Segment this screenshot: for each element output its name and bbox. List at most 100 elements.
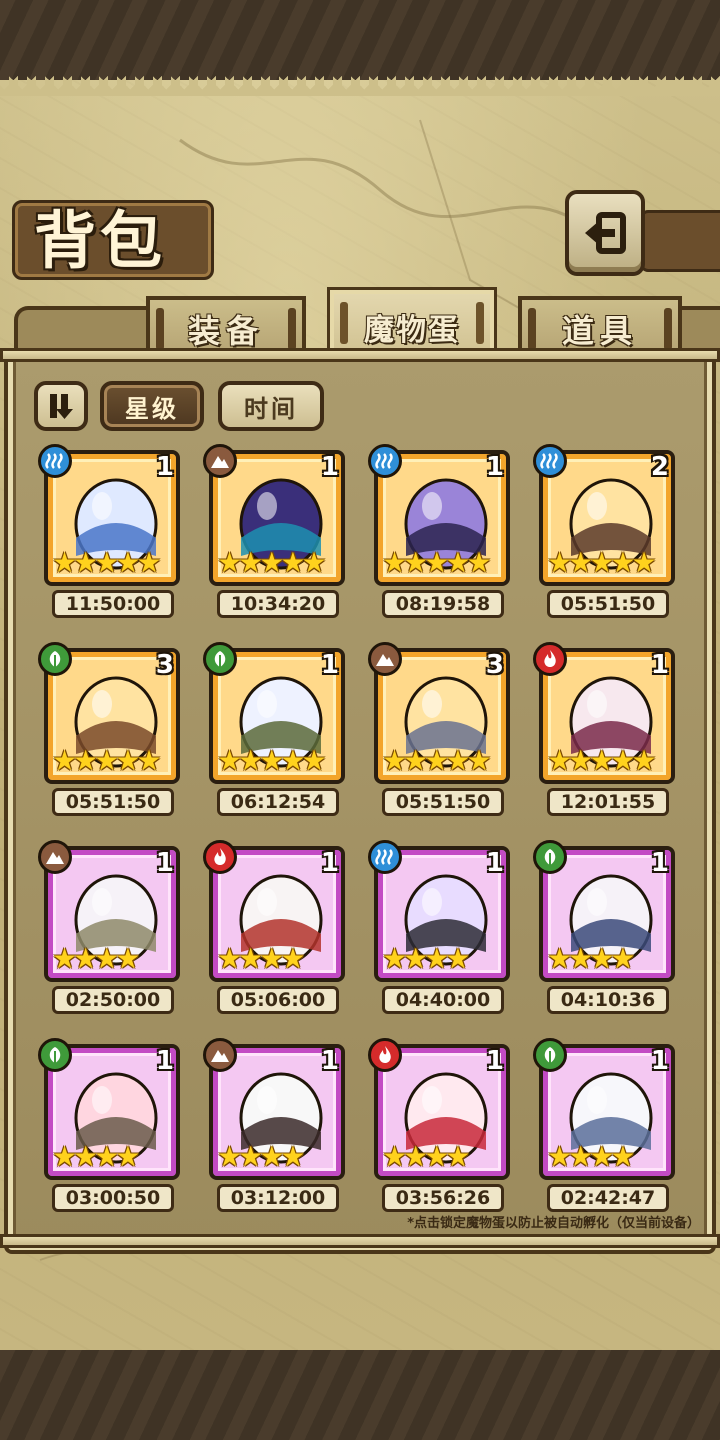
- star-rating: ★★★★★: [52, 744, 162, 777]
- water-element-icon: [368, 444, 402, 478]
- star-icon: ★: [73, 546, 98, 579]
- star-icon: ★: [259, 744, 284, 777]
- star-icon: ★: [115, 546, 140, 579]
- star-icon: ★: [52, 546, 77, 579]
- star-icon: ★: [259, 942, 284, 975]
- star-icon: ★: [115, 744, 140, 777]
- star-icon: ★: [136, 744, 161, 777]
- egg-count: 1: [485, 452, 504, 482]
- egg-card[interactable]: 1 ★★★★★ 10:34:20: [203, 444, 355, 630]
- star-icon: ★: [238, 546, 263, 579]
- sort-order-toggle[interactable]: [34, 381, 88, 431]
- star-rating: ★★★★: [382, 1140, 470, 1173]
- star-rating: ★★★★: [547, 1140, 635, 1173]
- star-icon: ★: [445, 1140, 470, 1173]
- egg-card[interactable]: 1 ★★★★ 04:40:00: [368, 840, 520, 1026]
- egg-card[interactable]: 1 ★★★★★ 08:19:58: [368, 444, 520, 630]
- egg-card[interactable]: 3 ★★★★★ 05:51:50: [38, 642, 190, 828]
- star-icon: ★: [568, 1140, 593, 1173]
- star-rating: ★★★★: [547, 942, 635, 975]
- nature-element-icon: [533, 840, 567, 874]
- page-title: 背包: [34, 204, 167, 277]
- nature-element-icon: [533, 1038, 567, 1072]
- egg-card[interactable]: 2 ★★★★★ 05:51:50: [533, 444, 685, 630]
- egg-count: 3: [485, 650, 504, 680]
- panel-bottom-bar: [0, 1234, 720, 1248]
- star-rating: ★★★★: [52, 1140, 140, 1173]
- egg-card[interactable]: 1 ★★★★ 03:12:00: [203, 1038, 355, 1224]
- star-icon: ★: [94, 1140, 119, 1173]
- egg-card[interactable]: 1 ★★★★ 03:56:26: [368, 1038, 520, 1224]
- star-icon: ★: [259, 1140, 284, 1173]
- star-icon: ★: [610, 1140, 635, 1173]
- star-icon: ★: [217, 744, 242, 777]
- egg-card[interactable]: 1 ★★★★★ 12:01:55: [533, 642, 685, 828]
- sort-by-time-button[interactable]: 时间: [218, 381, 324, 431]
- egg-count: 1: [485, 1046, 504, 1076]
- star-icon: ★: [589, 1140, 614, 1173]
- star-rating: ★★★★★: [217, 546, 327, 579]
- star-icon: ★: [547, 546, 572, 579]
- egg-card[interactable]: 3 ★★★★★ 05:51:50: [368, 642, 520, 828]
- egg-card[interactable]: 1 ★★★★ 02:42:47: [533, 1038, 685, 1224]
- nature-element-icon: [203, 642, 237, 676]
- hatch-timer: 05:06:00: [217, 986, 339, 1014]
- hatch-timer: 10:34:20: [217, 590, 339, 618]
- egg-card[interactable]: 1 ★★★★ 04:10:36: [533, 840, 685, 1026]
- star-icon: ★: [631, 744, 656, 777]
- sort-by-stars-button[interactable]: 星级: [100, 381, 204, 431]
- earth-element-icon: [203, 1038, 237, 1072]
- egg-card[interactable]: 1 ★★★★ 05:06:00: [203, 840, 355, 1026]
- star-icon: ★: [136, 546, 161, 579]
- egg-count: 1: [650, 650, 669, 680]
- star-icon: ★: [568, 942, 593, 975]
- star-icon: ★: [382, 942, 407, 975]
- star-icon: ★: [217, 942, 242, 975]
- fire-element-icon: [533, 642, 567, 676]
- star-icon: ★: [382, 546, 407, 579]
- star-icon: ★: [424, 942, 449, 975]
- egg-count: 1: [320, 452, 339, 482]
- egg-card[interactable]: 1 ★★★★★ 11:50:00: [38, 444, 190, 630]
- star-icon: ★: [94, 546, 119, 579]
- star-icon: ★: [382, 1140, 407, 1173]
- star-icon: ★: [301, 546, 326, 579]
- star-rating: ★★★★★: [382, 744, 492, 777]
- star-rating: ★★★★: [217, 1140, 305, 1173]
- egg-count: 3: [155, 650, 174, 680]
- star-icon: ★: [73, 942, 98, 975]
- star-icon: ★: [424, 1140, 449, 1173]
- nature-element-icon: [38, 642, 72, 676]
- egg-card[interactable]: 1 ★★★★ 03:00:50: [38, 1038, 190, 1224]
- star-icon: ★: [403, 546, 428, 579]
- star-icon: ★: [94, 744, 119, 777]
- star-icon: ★: [280, 546, 305, 579]
- egg-card[interactable]: 1 ★★★★ 02:50:00: [38, 840, 190, 1026]
- star-icon: ★: [238, 1140, 263, 1173]
- water-element-icon: [38, 444, 72, 478]
- egg-count: 1: [320, 650, 339, 680]
- star-icon: ★: [610, 546, 635, 579]
- star-icon: ★: [52, 1140, 77, 1173]
- star-rating: ★★★★★: [217, 744, 327, 777]
- star-icon: ★: [301, 744, 326, 777]
- earth-element-icon: [203, 444, 237, 478]
- back-button[interactable]: [565, 190, 645, 276]
- nature-element-icon: [38, 1038, 72, 1072]
- star-icon: ★: [403, 744, 428, 777]
- star-rating: ★★★★★: [547, 546, 657, 579]
- egg-card[interactable]: 1 ★★★★★ 06:12:54: [203, 642, 355, 828]
- star-icon: ★: [445, 942, 470, 975]
- back-arrow-icon: [585, 212, 626, 254]
- hatch-timer: 08:19:58: [382, 590, 504, 618]
- star-icon: ★: [403, 1140, 428, 1173]
- star-icon: ★: [547, 744, 572, 777]
- star-icon: ★: [115, 942, 140, 975]
- star-icon: ★: [259, 546, 284, 579]
- sort-order-icon: [50, 394, 73, 419]
- torn-edge-top: [0, 74, 720, 96]
- hatch-timer: 05:51:50: [382, 788, 504, 816]
- star-icon: ★: [94, 942, 119, 975]
- star-rating: ★★★★: [217, 942, 305, 975]
- back-button-plate: [640, 210, 720, 272]
